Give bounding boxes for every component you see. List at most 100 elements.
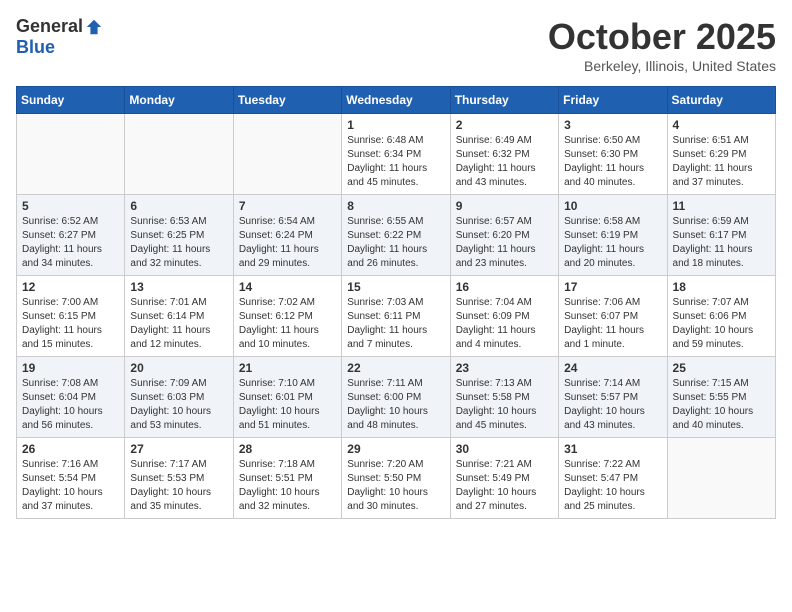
day-number: 3 bbox=[564, 118, 661, 132]
day-number: 25 bbox=[673, 361, 770, 375]
calendar-cell: 10 Sunrise: 6:58 AMSunset: 6:19 PMDayligh… bbox=[559, 195, 667, 276]
calendar-cell: 11 Sunrise: 6:59 AMSunset: 6:17 PMDayligh… bbox=[667, 195, 775, 276]
day-info: Sunrise: 6:54 AMSunset: 6:24 PMDaylight:… bbox=[239, 215, 336, 271]
day-info: Sunrise: 6:59 AMSunset: 6:17 PMDaylight:… bbox=[673, 215, 770, 271]
calendar-cell: 2 Sunrise: 6:49 AMSunset: 6:32 PMDaylight… bbox=[450, 114, 558, 195]
calendar-cell: 28 Sunrise: 7:18 AMSunset: 5:51 PMDayligh… bbox=[233, 438, 341, 519]
calendar-cell: 12 Sunrise: 7:00 AMSunset: 6:15 PMDayligh… bbox=[17, 276, 125, 357]
day-info: Sunrise: 6:48 AMSunset: 6:34 PMDaylight:… bbox=[347, 134, 444, 190]
calendar-cell: 18Sunrise: 7:07 AMSunset: 6:06 PMDayligh… bbox=[667, 276, 775, 357]
day-info: Sunrise: 7:20 AMSunset: 5:50 PMDaylight:… bbox=[347, 458, 444, 514]
day-info: Sunrise: 6:50 AMSunset: 6:30 PMDaylight:… bbox=[564, 134, 661, 190]
day-number: 31 bbox=[564, 442, 661, 456]
calendar-header-tuesday: Tuesday bbox=[233, 87, 341, 114]
day-number: 9 bbox=[456, 199, 553, 213]
day-info: Sunrise: 6:57 AMSunset: 6:20 PMDaylight:… bbox=[456, 215, 553, 271]
day-number: 8 bbox=[347, 199, 444, 213]
calendar-cell: 16 Sunrise: 7:04 AMSunset: 6:09 PMDayligh… bbox=[450, 276, 558, 357]
calendar-table: SundayMondayTuesdayWednesdayThursdayFrid… bbox=[16, 86, 776, 519]
calendar-cell: 15 Sunrise: 7:03 AMSunset: 6:11 PMDayligh… bbox=[342, 276, 450, 357]
calendar-cell: 27 Sunrise: 7:17 AMSunset: 5:53 PMDayligh… bbox=[125, 438, 233, 519]
day-number: 10 bbox=[564, 199, 661, 213]
day-number: 30 bbox=[456, 442, 553, 456]
day-number: 16 bbox=[456, 280, 553, 294]
logo-blue-text: Blue bbox=[16, 37, 55, 58]
month-title: October 2025 bbox=[548, 16, 776, 58]
day-number: 5 bbox=[22, 199, 119, 213]
calendar-week-row: 1Sunrise: 6:48 AMSunset: 6:34 PMDaylight… bbox=[17, 114, 776, 195]
day-number: 2 bbox=[456, 118, 553, 132]
day-number: 28 bbox=[239, 442, 336, 456]
day-info: Sunrise: 7:17 AMSunset: 5:53 PMDaylight:… bbox=[130, 458, 227, 514]
logo: General Blue bbox=[16, 16, 103, 58]
calendar-cell: 14 Sunrise: 7:02 AMSunset: 6:12 PMDayligh… bbox=[233, 276, 341, 357]
day-number: 21 bbox=[239, 361, 336, 375]
page-header: General Blue October 2025 Berkeley, Illi… bbox=[16, 16, 776, 74]
logo-icon bbox=[85, 18, 103, 36]
location: Berkeley, Illinois, United States bbox=[548, 58, 776, 74]
calendar-header-sunday: Sunday bbox=[17, 87, 125, 114]
calendar-cell: 5 Sunrise: 6:52 AMSunset: 6:27 PMDaylight… bbox=[17, 195, 125, 276]
day-number: 4 bbox=[673, 118, 770, 132]
calendar-cell bbox=[667, 438, 775, 519]
calendar-week-row: 12 Sunrise: 7:00 AMSunset: 6:15 PMDayligh… bbox=[17, 276, 776, 357]
logo-general-text: General bbox=[16, 16, 83, 37]
day-info: Sunrise: 7:15 AMSunset: 5:55 PMDaylight:… bbox=[673, 377, 770, 433]
day-number: 20 bbox=[130, 361, 227, 375]
day-number: 12 bbox=[22, 280, 119, 294]
calendar-header-friday: Friday bbox=[559, 87, 667, 114]
day-info: Sunrise: 7:02 AMSunset: 6:12 PMDaylight:… bbox=[239, 296, 336, 352]
day-info: Sunrise: 7:22 AMSunset: 5:47 PMDaylight:… bbox=[564, 458, 661, 514]
calendar-cell: 3 Sunrise: 6:50 AMSunset: 6:30 PMDaylight… bbox=[559, 114, 667, 195]
day-number: 11 bbox=[673, 199, 770, 213]
day-info: Sunrise: 6:53 AMSunset: 6:25 PMDaylight:… bbox=[130, 215, 227, 271]
calendar-cell: 9 Sunrise: 6:57 AMSunset: 6:20 PMDaylight… bbox=[450, 195, 558, 276]
day-info: Sunrise: 7:07 AMSunset: 6:06 PMDaylight:… bbox=[673, 296, 770, 352]
calendar-cell: 23Sunrise: 7:13 AMSunset: 5:58 PMDayligh… bbox=[450, 357, 558, 438]
day-info: Sunrise: 6:55 AMSunset: 6:22 PMDaylight:… bbox=[347, 215, 444, 271]
calendar-cell: 8 Sunrise: 6:55 AMSunset: 6:22 PMDaylight… bbox=[342, 195, 450, 276]
day-info: Sunrise: 7:06 AMSunset: 6:07 PMDaylight:… bbox=[564, 296, 661, 352]
day-number: 26 bbox=[22, 442, 119, 456]
calendar-cell: 1Sunrise: 6:48 AMSunset: 6:34 PMDaylight… bbox=[342, 114, 450, 195]
calendar-header-thursday: Thursday bbox=[450, 87, 558, 114]
calendar-header-saturday: Saturday bbox=[667, 87, 775, 114]
calendar-cell: 22Sunrise: 7:11 AMSunset: 6:00 PMDayligh… bbox=[342, 357, 450, 438]
calendar-cell bbox=[17, 114, 125, 195]
calendar-cell: 21 Sunrise: 7:10 AMSunset: 6:01 PMDayligh… bbox=[233, 357, 341, 438]
calendar-header-monday: Monday bbox=[125, 87, 233, 114]
day-info: Sunrise: 7:00 AMSunset: 6:15 PMDaylight:… bbox=[22, 296, 119, 352]
calendar-cell: 31 Sunrise: 7:22 AMSunset: 5:47 PMDayligh… bbox=[559, 438, 667, 519]
calendar-cell: 25 Sunrise: 7:15 AMSunset: 5:55 PMDayligh… bbox=[667, 357, 775, 438]
day-info: Sunrise: 7:09 AMSunset: 6:03 PMDaylight:… bbox=[130, 377, 227, 433]
calendar-cell: 4 Sunrise: 6:51 AMSunset: 6:29 PMDaylight… bbox=[667, 114, 775, 195]
calendar-header-row: SundayMondayTuesdayWednesdayThursdayFrid… bbox=[17, 87, 776, 114]
day-info: Sunrise: 7:14 AMSunset: 5:57 PMDaylight:… bbox=[564, 377, 661, 433]
day-info: Sunrise: 7:18 AMSunset: 5:51 PMDaylight:… bbox=[239, 458, 336, 514]
calendar-cell: 13Sunrise: 7:01 AMSunset: 6:14 PMDayligh… bbox=[125, 276, 233, 357]
day-info: Sunrise: 7:13 AMSunset: 5:58 PMDaylight:… bbox=[456, 377, 553, 433]
day-info: Sunrise: 7:04 AMSunset: 6:09 PMDaylight:… bbox=[456, 296, 553, 352]
day-info: Sunrise: 6:52 AMSunset: 6:27 PMDaylight:… bbox=[22, 215, 119, 271]
calendar-week-row: 26 Sunrise: 7:16 AMSunset: 5:54 PMDayligh… bbox=[17, 438, 776, 519]
day-info: Sunrise: 7:03 AMSunset: 6:11 PMDaylight:… bbox=[347, 296, 444, 352]
calendar-cell: 7 Sunrise: 6:54 AMSunset: 6:24 PMDaylight… bbox=[233, 195, 341, 276]
day-info: Sunrise: 7:08 AMSunset: 6:04 PMDaylight:… bbox=[22, 377, 119, 433]
day-number: 27 bbox=[130, 442, 227, 456]
calendar-week-row: 5 Sunrise: 6:52 AMSunset: 6:27 PMDaylight… bbox=[17, 195, 776, 276]
calendar-cell: 30Sunrise: 7:21 AMSunset: 5:49 PMDayligh… bbox=[450, 438, 558, 519]
day-info: Sunrise: 6:49 AMSunset: 6:32 PMDaylight:… bbox=[456, 134, 553, 190]
calendar-cell: 17Sunrise: 7:06 AMSunset: 6:07 PMDayligh… bbox=[559, 276, 667, 357]
day-number: 15 bbox=[347, 280, 444, 294]
calendar-cell: 29Sunrise: 7:20 AMSunset: 5:50 PMDayligh… bbox=[342, 438, 450, 519]
calendar-cell: 26 Sunrise: 7:16 AMSunset: 5:54 PMDayligh… bbox=[17, 438, 125, 519]
day-info: Sunrise: 6:51 AMSunset: 6:29 PMDaylight:… bbox=[673, 134, 770, 190]
calendar-header-wednesday: Wednesday bbox=[342, 87, 450, 114]
day-number: 7 bbox=[239, 199, 336, 213]
day-info: Sunrise: 7:10 AMSunset: 6:01 PMDaylight:… bbox=[239, 377, 336, 433]
day-info: Sunrise: 6:58 AMSunset: 6:19 PMDaylight:… bbox=[564, 215, 661, 271]
calendar-cell: 20 Sunrise: 7:09 AMSunset: 6:03 PMDayligh… bbox=[125, 357, 233, 438]
day-info: Sunrise: 7:16 AMSunset: 5:54 PMDaylight:… bbox=[22, 458, 119, 514]
day-number: 14 bbox=[239, 280, 336, 294]
day-number: 24 bbox=[564, 361, 661, 375]
